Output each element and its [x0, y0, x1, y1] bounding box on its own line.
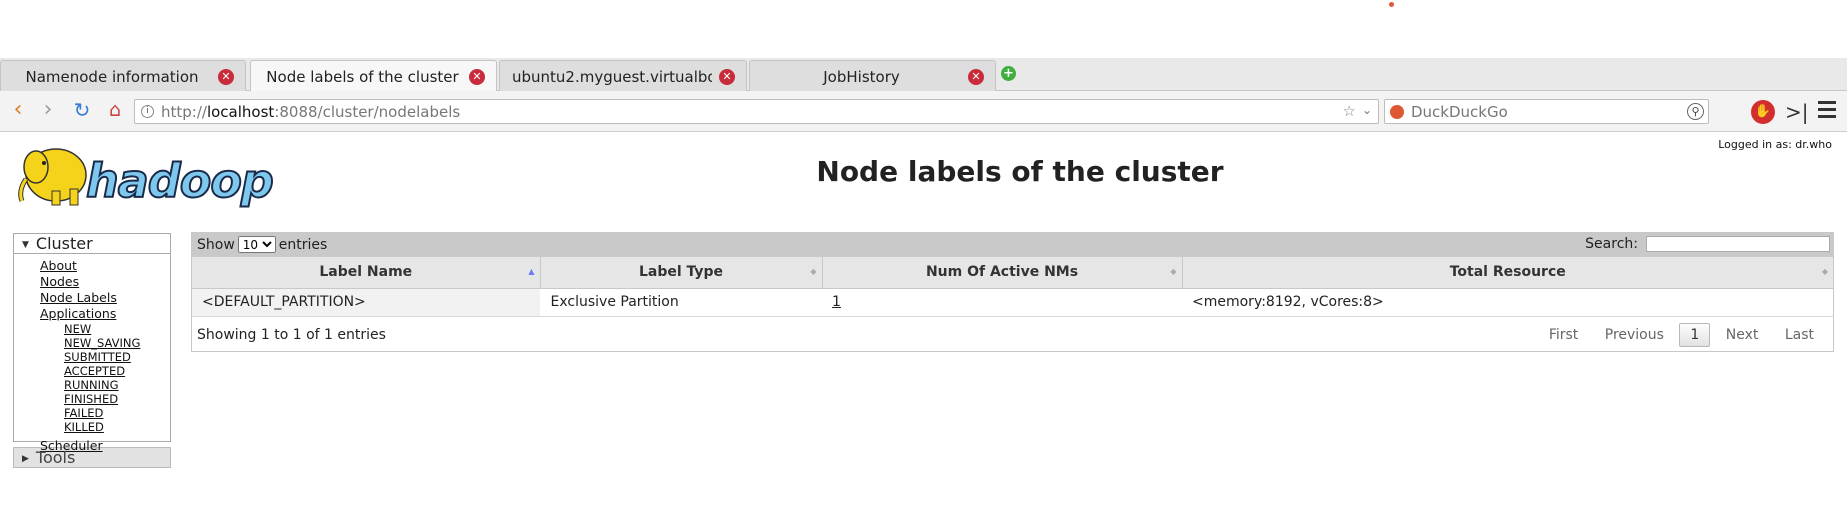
url-host: localhost: [206, 103, 275, 121]
page-title: Node labels of the cluster: [816, 155, 1224, 188]
tab-title: Namenode information: [25, 68, 199, 86]
sort-icon: ◆: [810, 267, 817, 276]
table-header-row: Label Name ▲ Label Type ◆ Num Of Active NM…: [192, 257, 1833, 289]
tools-label: Tools: [35, 448, 76, 467]
left-navigation: ▼ Cluster About Nodes Node Labels Applica…: [13, 233, 171, 468]
column-header-total-resource[interactable]: Total Resource ◆: [1182, 257, 1833, 289]
close-tab-icon[interactable]: ✕: [469, 69, 485, 85]
pager-last-button[interactable]: Last: [1774, 324, 1825, 346]
logo-text: hadoop: [86, 154, 273, 208]
tab-ubuntu2[interactable]: ubuntu2.myguest.virtualbox… ✕: [499, 60, 747, 91]
table-row: <DEFAULT_PARTITION> Exclusive Partition …: [192, 288, 1833, 317]
column-title: Label Type: [638, 264, 724, 281]
pager-first-button[interactable]: First: [1538, 324, 1589, 346]
active-nms-link[interactable]: 1: [832, 294, 841, 310]
sort-icon: ◆: [1170, 267, 1177, 276]
entries-label: entries: [278, 237, 328, 253]
forward-icon[interactable]: ›: [36, 99, 60, 123]
nav-link-nodes[interactable]: Nodes: [40, 274, 170, 290]
sort-ascending-icon: ▲: [528, 267, 535, 276]
table-toolbar: Show 10 entries Search:: [192, 233, 1833, 257]
reload-icon[interactable]: ↻: [70, 99, 94, 123]
nav-link-state-new-saving[interactable]: NEW_SAVING: [64, 336, 170, 350]
cell-total-resource: <memory:8192, vCores:8>: [1182, 288, 1833, 317]
top-blank-area: [0, 0, 1847, 58]
site-info-icon[interactable]: i: [141, 105, 154, 118]
sidebar-toggle-icon[interactable]: >|: [1785, 100, 1809, 124]
menu-icon[interactable]: [1818, 101, 1836, 119]
entries-select[interactable]: 10: [237, 236, 276, 253]
home-icon[interactable]: ⌂: [103, 99, 127, 123]
table-search: Search:: [1585, 236, 1830, 252]
expanded-triangle-icon: ▼: [22, 240, 29, 250]
column-title: Label Name: [319, 264, 413, 281]
nav-link-applications[interactable]: Applications: [40, 306, 170, 322]
tab-jobhistory[interactable]: JobHistory ✕: [749, 60, 996, 91]
collapsed-triangle-icon: ▶: [22, 454, 29, 464]
page-length-control: Show 10 entries: [197, 236, 327, 253]
back-icon[interactable]: ‹: [6, 99, 30, 123]
table-search-input[interactable]: [1646, 236, 1830, 252]
column-header-label-name[interactable]: Label Name ▲: [192, 257, 541, 289]
cell-num-active-nms: 1: [822, 288, 1182, 317]
column-title: Num Of Active NMs: [925, 264, 1079, 281]
column-title: Total Resource: [1449, 264, 1566, 281]
search-go-icon[interactable]: ⚲: [1687, 103, 1704, 120]
navigation-bar: ‹ › ↻ ⌂ i http://localhost:8088/cluster/…: [0, 91, 1847, 132]
node-labels-table-wrapper: Show 10 entries Search: Label Name ▲ Label …: [191, 232, 1834, 352]
url-path: :8088/cluster/nodelabels: [274, 103, 461, 121]
show-label: Show: [197, 237, 235, 253]
cluster-links: About Nodes Node Labels Applications NEW…: [13, 254, 171, 453]
notification-dot: [1389, 2, 1394, 7]
sort-icon: ◆: [1821, 267, 1828, 276]
bookmark-star-icon[interactable]: ☆: [1343, 102, 1356, 120]
close-tab-icon[interactable]: ✕: [968, 69, 984, 85]
nav-link-state-killed[interactable]: KILLED: [64, 420, 170, 434]
cell-label-name: <DEFAULT_PARTITION>: [192, 288, 541, 317]
cluster-label: Cluster: [35, 234, 93, 253]
nav-link-state-submitted[interactable]: SUBMITTED: [64, 350, 170, 364]
pager-next-button[interactable]: Next: [1715, 324, 1770, 346]
tab-title: Node labels of the cluster: [266, 68, 459, 86]
nav-link-state-failed[interactable]: FAILED: [64, 406, 170, 420]
url-prefix: http://: [161, 103, 207, 121]
nav-link-about[interactable]: About: [40, 258, 170, 274]
column-header-num-active-nms[interactable]: Num Of Active NMs ◆: [822, 257, 1183, 289]
new-tab-icon[interactable]: +: [1001, 66, 1016, 81]
nav-link-state-finished[interactable]: FINISHED: [64, 392, 170, 406]
tab-node-labels[interactable]: Node labels of the cluster ✕: [250, 60, 497, 92]
url-bar[interactable]: i http://localhost:8088/cluster/nodelabe…: [134, 99, 1379, 124]
logged-in-text: Logged in as: dr.who: [1718, 138, 1832, 151]
url-text: http://localhost:8088/cluster/nodelabels: [161, 103, 460, 121]
tab-title: ubuntu2.myguest.virtualbox…: [512, 68, 712, 86]
url-dropdown-icon[interactable]: ⌄: [1362, 103, 1372, 117]
tab-bar: Namenode information ✕ Node labels of th…: [0, 58, 1847, 92]
ublock-icon[interactable]: ✋: [1751, 100, 1775, 124]
node-labels-table: Label Name ▲ Label Type ◆ Num Of Active NM…: [192, 257, 1833, 317]
tab-title: JobHistory: [823, 68, 900, 86]
pagination: First Previous 1 Next Last: [1538, 322, 1825, 347]
pager-previous-button[interactable]: Previous: [1594, 324, 1675, 346]
cell-label-type: Exclusive Partition: [540, 288, 822, 317]
search-bar[interactable]: DuckDuckGo ⚲: [1384, 99, 1709, 124]
tab-namenode-information[interactable]: Namenode information ✕: [0, 60, 246, 91]
search-placeholder: DuckDuckGo: [1411, 103, 1508, 121]
pager-current-page[interactable]: 1: [1679, 322, 1711, 347]
nav-link-node-labels[interactable]: Node Labels: [40, 290, 170, 306]
page-content: Logged in as: dr.who hadoop Node labels …: [0, 133, 1847, 525]
nav-link-state-new[interactable]: NEW: [64, 322, 170, 336]
search-label: Search:: [1585, 236, 1638, 252]
nav-link-state-running[interactable]: RUNNING: [64, 378, 170, 392]
column-header-label-type[interactable]: Label Type ◆: [540, 257, 823, 289]
nav-link-state-accepted[interactable]: ACCEPTED: [64, 364, 170, 378]
table-footer: Showing 1 to 1 of 1 entries First Previo…: [192, 317, 1833, 353]
duckduckgo-icon: [1390, 105, 1404, 119]
close-tab-icon[interactable]: ✕: [719, 69, 735, 85]
cluster-accordion-header[interactable]: ▼ Cluster: [13, 233, 171, 254]
close-tab-icon[interactable]: ✕: [218, 69, 234, 85]
table-info-text: Showing 1 to 1 of 1 entries: [197, 326, 386, 343]
hadoop-logo[interactable]: hadoop: [14, 139, 314, 215]
